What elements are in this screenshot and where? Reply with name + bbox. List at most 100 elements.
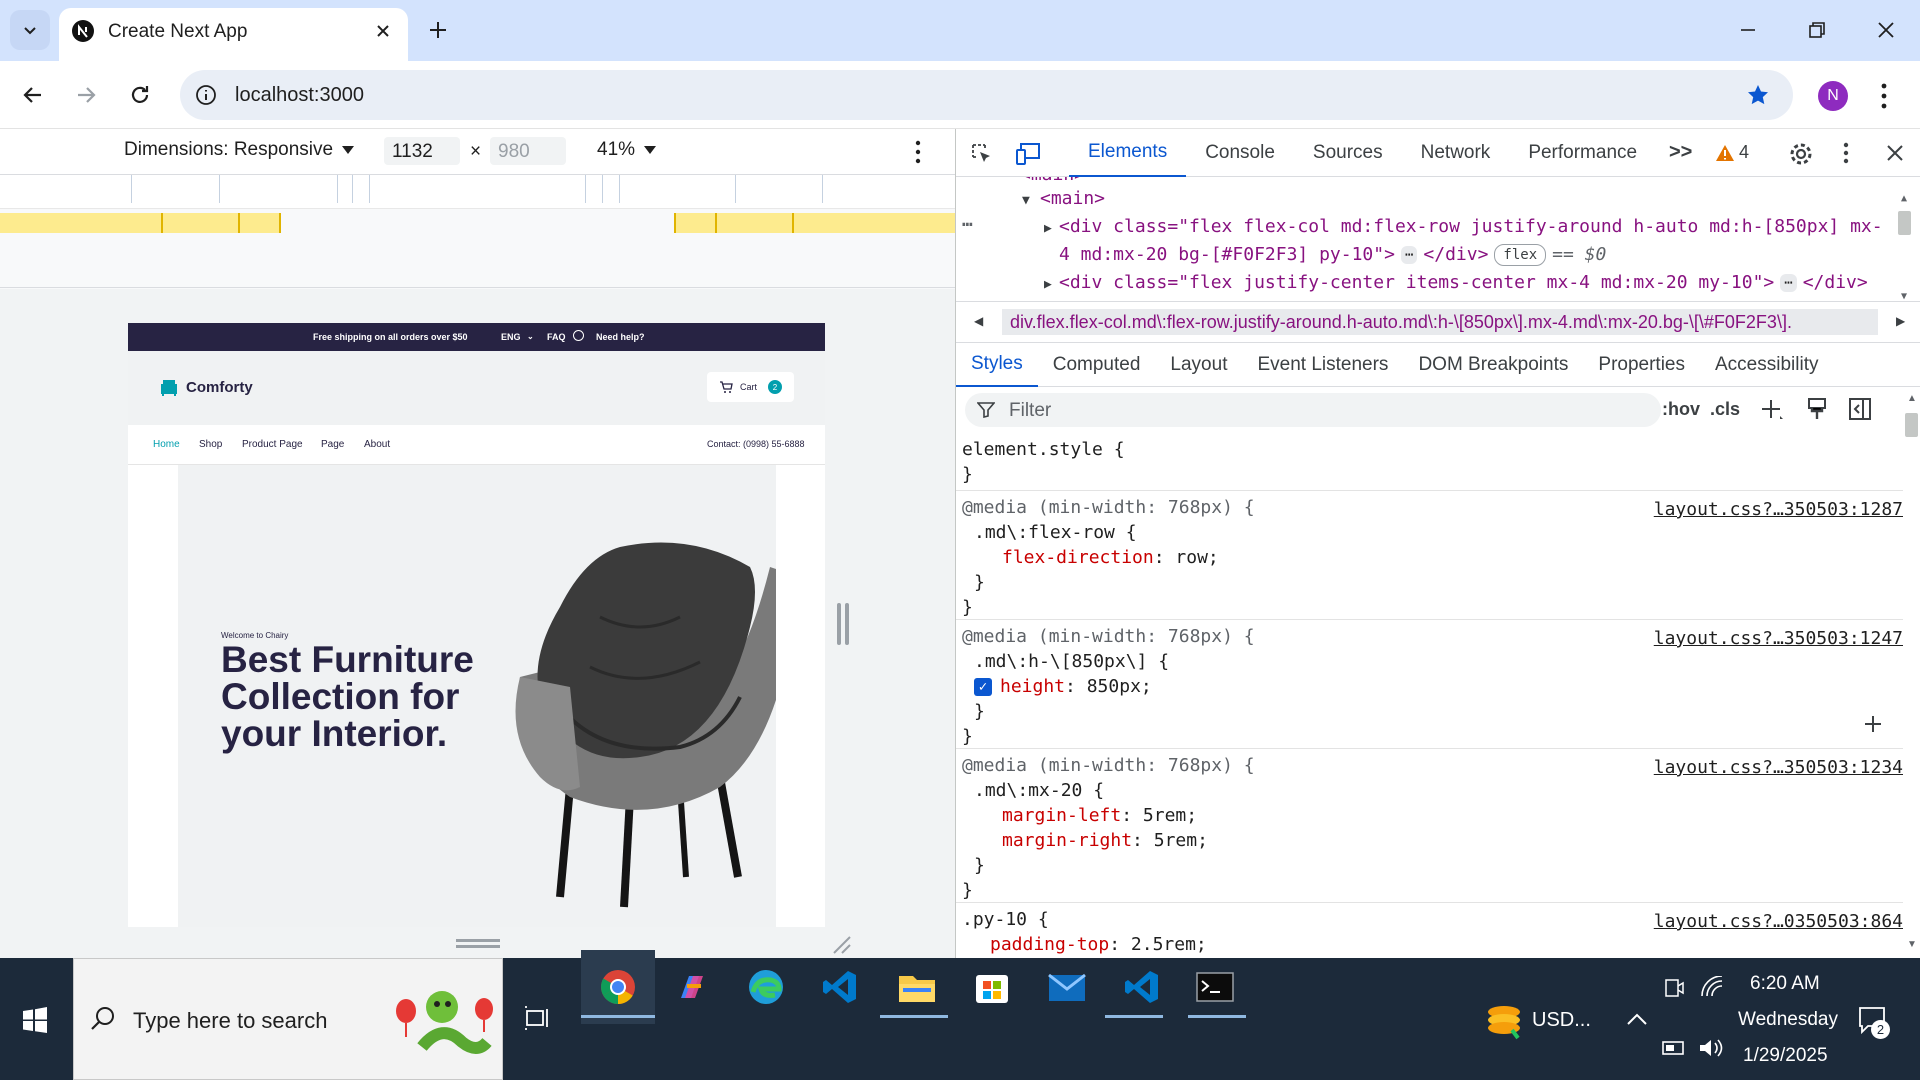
ellipsis-badge[interactable]: ⋯ [1780,274,1797,292]
tab-elements[interactable]: Elements [1069,129,1187,177]
breadcrumb[interactable]: div.flex.flex-col.md\:flex-row.justify-a… [1002,309,1878,335]
prop-name[interactable]: margin-left [1002,805,1121,826]
collapsed-triangle-icon[interactable]: ▶ [1044,215,1052,243]
restore-button[interactable] [1787,0,1847,60]
add-property-icon[interactable] [1863,714,1883,734]
tab-event-listeners[interactable]: Event Listeners [1242,343,1403,387]
media-query-ruler[interactable] [0,175,956,209]
breadcrumb-right-icon[interactable]: ▶ [1896,314,1905,328]
styles-scrollbar[interactable]: ▲ ▼ [1903,387,1920,958]
help-link[interactable]: Need help? [596,332,645,342]
taskbar-chrome[interactable] [581,950,655,1024]
breadcrumb-left-icon[interactable]: ◀ [974,314,983,328]
cart-button[interactable]: Cart 2 [707,372,794,402]
tray-currency-label[interactable]: USD... [1532,1009,1591,1032]
taskbar-copilot[interactable] [655,950,729,1024]
tab-properties[interactable]: Properties [1583,343,1700,387]
height-input[interactable]: 980 [490,137,566,165]
tab-computed[interactable]: Computed [1038,343,1156,387]
currency-coins-icon[interactable] [1484,1000,1524,1040]
taskbar-vscode-2[interactable] [1105,950,1179,1024]
expanded-triangle-icon[interactable]: ▼ [1022,187,1030,215]
bookmark-star-icon[interactable] [1746,83,1770,107]
rule-selector[interactable]: .md\:mx-20 { [962,778,1897,803]
collapsed-triangle-icon[interactable]: ▶ [1044,271,1052,299]
taskbar-terminal[interactable] [1178,950,1252,1024]
close-devtools-icon[interactable] [1886,144,1904,162]
back-icon[interactable] [21,83,45,107]
paint-brush-icon[interactable] [1806,397,1828,421]
cls-toggle[interactable]: .cls [1710,399,1740,420]
devtools-menu-icon[interactable] [1841,141,1851,165]
faq-link[interactable]: FAQ [547,332,566,342]
close-tab-icon[interactable] [374,22,392,40]
prop-name[interactable]: height [1000,676,1065,697]
source-link[interactable]: layout.css?…350503:1234 [1654,755,1903,780]
resize-handle-bottom[interactable] [456,939,500,942]
site-info-icon[interactable] [195,84,217,106]
camera-tray-icon[interactable] [1664,976,1684,1000]
prop-value[interactable]: 5rem; [1143,805,1197,826]
brand-name[interactable]: Comforty [186,379,253,396]
style-rule-height[interactable]: @media (min-width: 768px) { layout.css?…… [956,620,1903,749]
wifi-icon[interactable] [1700,976,1724,1000]
taskbar-file-explorer[interactable] [880,950,954,1024]
more-tabs-button[interactable]: >> [1669,141,1692,164]
taskbar-edge[interactable] [729,950,803,1024]
width-input[interactable]: 1132 [384,137,460,165]
prop-name[interactable]: flex-direction [1002,547,1154,568]
nav-shop[interactable]: Shop [199,439,222,450]
nav-product-page[interactable]: Product Page [242,439,303,450]
nav-page[interactable]: Page [321,439,344,450]
dom-node-main[interactable]: <main> [1040,185,1105,213]
tab-search-button[interactable] [10,10,50,50]
warnings-button[interactable]: 4 [1715,142,1749,163]
source-link[interactable]: layout.css?…350503:1247 [1654,626,1903,651]
address-bar[interactable]: localhost:3000 [180,70,1793,120]
browser-menu-icon[interactable] [1878,82,1890,110]
nav-home[interactable]: Home [153,439,180,450]
hov-toggle[interactable]: :hov [1662,399,1700,420]
windows-start-icon[interactable] [22,1007,48,1033]
volume-icon[interactable] [1698,1038,1724,1058]
taskbar-vscode[interactable] [803,950,877,1024]
chevron-up-icon[interactable] [1626,1012,1648,1026]
ellipsis-badge[interactable]: ⋯ [1400,246,1418,264]
styles-filter-input[interactable]: Filter [965,393,1661,427]
dimensions-dropdown[interactable]: Dimensions: Responsive [124,139,355,161]
url-text[interactable]: localhost:3000 [235,84,364,107]
new-style-rule-icon[interactable] [1760,398,1784,422]
style-rule-flex-row[interactable]: @media (min-width: 768px) { layout.css?…… [956,491,1903,620]
dom-node-selected-div-cont[interactable]: 4 md:mx-20 bg-[#F0F2F3] py-10"> [1059,241,1395,269]
profile-avatar[interactable]: N [1818,81,1848,111]
nav-about[interactable]: About [364,439,390,450]
prop-value[interactable]: 5rem; [1154,830,1208,851]
new-tab-icon[interactable] [427,19,449,41]
source-link[interactable]: layout.css?…350503:1287 [1654,497,1903,522]
taskbar-store[interactable] [955,950,1029,1024]
task-view-icon[interactable] [524,1004,552,1032]
clock-day[interactable]: Wednesday [1738,1009,1838,1031]
rule-selector[interactable]: .md\:flex-row { [962,520,1897,545]
dom-tree-scrollbar[interactable]: ▲ ▼ [1896,177,1913,301]
tab-styles[interactable]: Styles [956,343,1038,387]
taskbar-search[interactable]: Type here to search [73,958,503,1080]
forward-icon[interactable] [74,83,98,107]
clock-time[interactable]: 6:20 AM [1750,973,1820,995]
rule-selector[interactable]: element.style { [962,437,1897,462]
source-link[interactable]: layout.css?…0350503:864 [1654,909,1903,934]
close-window-button[interactable] [1856,0,1916,60]
clock-date[interactable]: 1/29/2025 [1743,1045,1828,1067]
device-toolbar-more-icon[interactable] [912,139,924,165]
resize-handle-right[interactable] [837,603,841,645]
tab-dom-breakpoints[interactable]: DOM Breakpoints [1403,343,1583,387]
dom-node-next-div[interactable]: <div class="flex justify-center items-ce… [1059,269,1774,297]
tab-console[interactable]: Console [1186,129,1294,177]
tab-layout[interactable]: Layout [1155,343,1242,387]
tab-sources[interactable]: Sources [1294,129,1402,177]
inspect-element-icon[interactable] [970,142,994,166]
prop-value[interactable]: 850px; [1087,676,1152,697]
minimize-button[interactable] [1718,0,1778,60]
tab-performance[interactable]: Performance [1509,129,1656,177]
settings-gear-icon[interactable] [1788,141,1814,167]
